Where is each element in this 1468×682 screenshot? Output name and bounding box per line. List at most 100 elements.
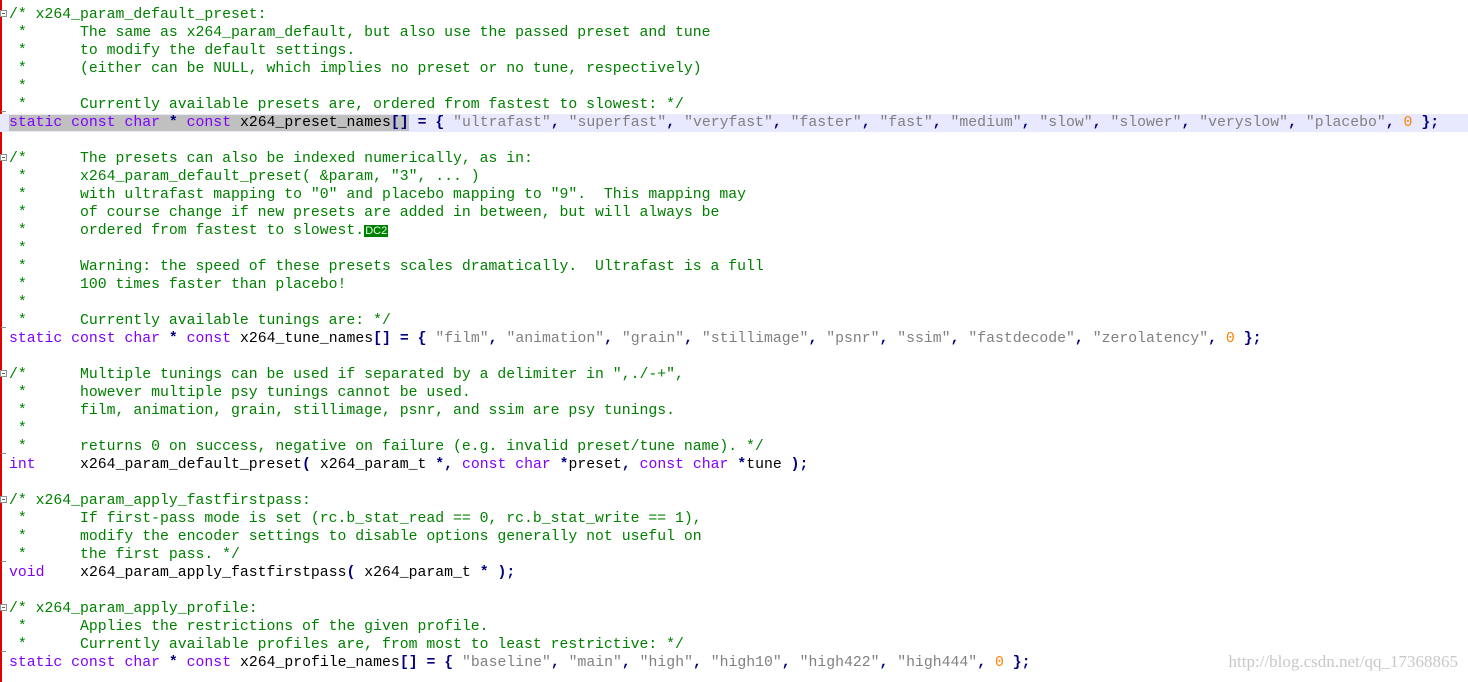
comment-line[interactable]: * with ultrafast mapping to "0" and plac…: [0, 186, 1468, 204]
code-line[interactable]: static const char * const x264_preset_na…: [0, 114, 1468, 132]
comment-line[interactable]: * Applies the restrictions of the given …: [0, 618, 1468, 636]
identifier: x264_param_default_preset: [80, 457, 303, 473]
string-literal: "film": [435, 331, 489, 347]
identifier: x264_preset_names: [239, 115, 391, 131]
keyword: const: [639, 457, 685, 473]
operator: ,: [1074, 331, 1084, 347]
code-line[interactable]: void x264_param_apply_fastfirstpass( x26…: [0, 564, 1468, 582]
comment-text: /* x264_param_apply_fastfirstpass:: [9, 493, 311, 509]
code-line[interactable]: int x264_param_default_preset( x264_para…: [0, 456, 1468, 474]
comment-line[interactable]: * Currently available presets are, order…: [0, 96, 1468, 114]
comment-line[interactable]: * film, animation, grain, stillimage, ps…: [0, 402, 1468, 420]
code-line[interactable]: [0, 348, 1468, 366]
selection-highlight: static const char * const x264_preset_na…: [9, 115, 409, 131]
string-literal: "stillimage": [701, 331, 809, 347]
keyword: char: [692, 457, 729, 473]
operator: ,: [550, 115, 560, 131]
code-line[interactable]: [0, 474, 1468, 492]
number-literal: 0: [994, 655, 1004, 671]
comment-line[interactable]: *: [0, 78, 1468, 96]
comment-line[interactable]: * Warning: the speed of these presets sc…: [0, 258, 1468, 276]
code-editor[interactable]: /* x264_param_default_preset: * The same…: [0, 6, 1468, 672]
number-literal: 0: [1225, 331, 1235, 347]
comment-line[interactable]: * The same as x264_param_default, but al…: [0, 24, 1468, 42]
comment-line[interactable]: /* x264_param_apply_fastfirstpass:: [0, 492, 1468, 510]
comment-line[interactable]: *: [0, 240, 1468, 258]
code-line[interactable]: static const char * const x264_tune_name…: [0, 330, 1468, 348]
string-literal: "faster": [790, 115, 862, 131]
code-line[interactable]: [0, 132, 1468, 150]
comment-text: /* Multiple tunings can be used if separ…: [9, 367, 684, 383]
comment-line[interactable]: *: [0, 294, 1468, 312]
operator: ,: [621, 655, 631, 671]
comment-text: * Currently available tunings are: */: [9, 313, 391, 329]
comment-line[interactable]: * however multiple psy tunings cannot be…: [0, 384, 1468, 402]
comment-line[interactable]: /* x264_param_default_preset:: [0, 6, 1468, 24]
comment-line[interactable]: /* The presets can also be indexed numer…: [0, 150, 1468, 168]
string-literal: "high444": [897, 655, 978, 671]
keyword: const: [186, 331, 232, 347]
control-char-badge: DC2: [364, 225, 389, 237]
operator: *: [479, 565, 489, 581]
fold-end-marker: [1, 561, 6, 562]
comment-line[interactable]: * to modify the default settings.: [0, 42, 1468, 60]
comment-line[interactable]: * (either can be NULL, which implies no …: [0, 60, 1468, 78]
string-literal: "veryslow": [1199, 115, 1289, 131]
comment-line[interactable]: * returns 0 on success, negative on fail…: [0, 438, 1468, 456]
fold-toggle-icon[interactable]: [0, 154, 7, 161]
operator: ,: [550, 655, 560, 671]
keyword: const: [71, 655, 116, 671]
operator: };: [1421, 115, 1440, 131]
code-line[interactable]: [0, 582, 1468, 600]
comment-line[interactable]: * If first-pass mode is set (rc.b_stat_r…: [0, 510, 1468, 528]
comment-line[interactable]: * 100 times faster than placebo!: [0, 276, 1468, 294]
operator: ,: [1092, 115, 1102, 131]
comment-line[interactable]: * the first pass. */: [0, 546, 1468, 564]
fold-toggle-icon[interactable]: [0, 10, 7, 17]
operator: };: [1012, 655, 1031, 671]
comment-line[interactable]: * modify the encoder settings to disable…: [0, 528, 1468, 546]
fold-toggle-icon[interactable]: [0, 370, 7, 377]
string-literal: "slow": [1039, 115, 1093, 131]
fold-toggle-icon[interactable]: [0, 496, 7, 503]
operator: ,: [692, 655, 702, 671]
comment-line[interactable]: * x264_param_default_preset( &param, "3"…: [0, 168, 1468, 186]
operator: ,: [781, 655, 791, 671]
comment-line[interactable]: * ordered from fastest to slowest.DC2: [0, 222, 1468, 240]
comment-text: *: [9, 79, 27, 95]
keyword: char: [124, 331, 160, 347]
comment-text: * Currently available presets are, order…: [9, 97, 684, 113]
comment-line[interactable]: * Currently available tunings are: */: [0, 312, 1468, 330]
operator: (: [302, 457, 311, 473]
operator: {: [417, 331, 427, 347]
comment-text: * (either can be NULL, which implies no …: [9, 61, 702, 77]
comment-line[interactable]: /* x264_param_apply_profile:: [0, 600, 1468, 618]
string-literal: "psnr": [826, 331, 880, 347]
comment-line[interactable]: *: [0, 420, 1468, 438]
comment-line[interactable]: * of course change if new presets are ad…: [0, 204, 1468, 222]
operator: ,: [861, 115, 871, 131]
fold-toggle-icon[interactable]: [0, 604, 7, 611]
comment-text: *: [9, 241, 27, 257]
comment-text: *: [9, 295, 27, 311]
comment-line[interactable]: /* Multiple tunings can be used if separ…: [0, 366, 1468, 384]
keyword: static: [9, 655, 63, 671]
